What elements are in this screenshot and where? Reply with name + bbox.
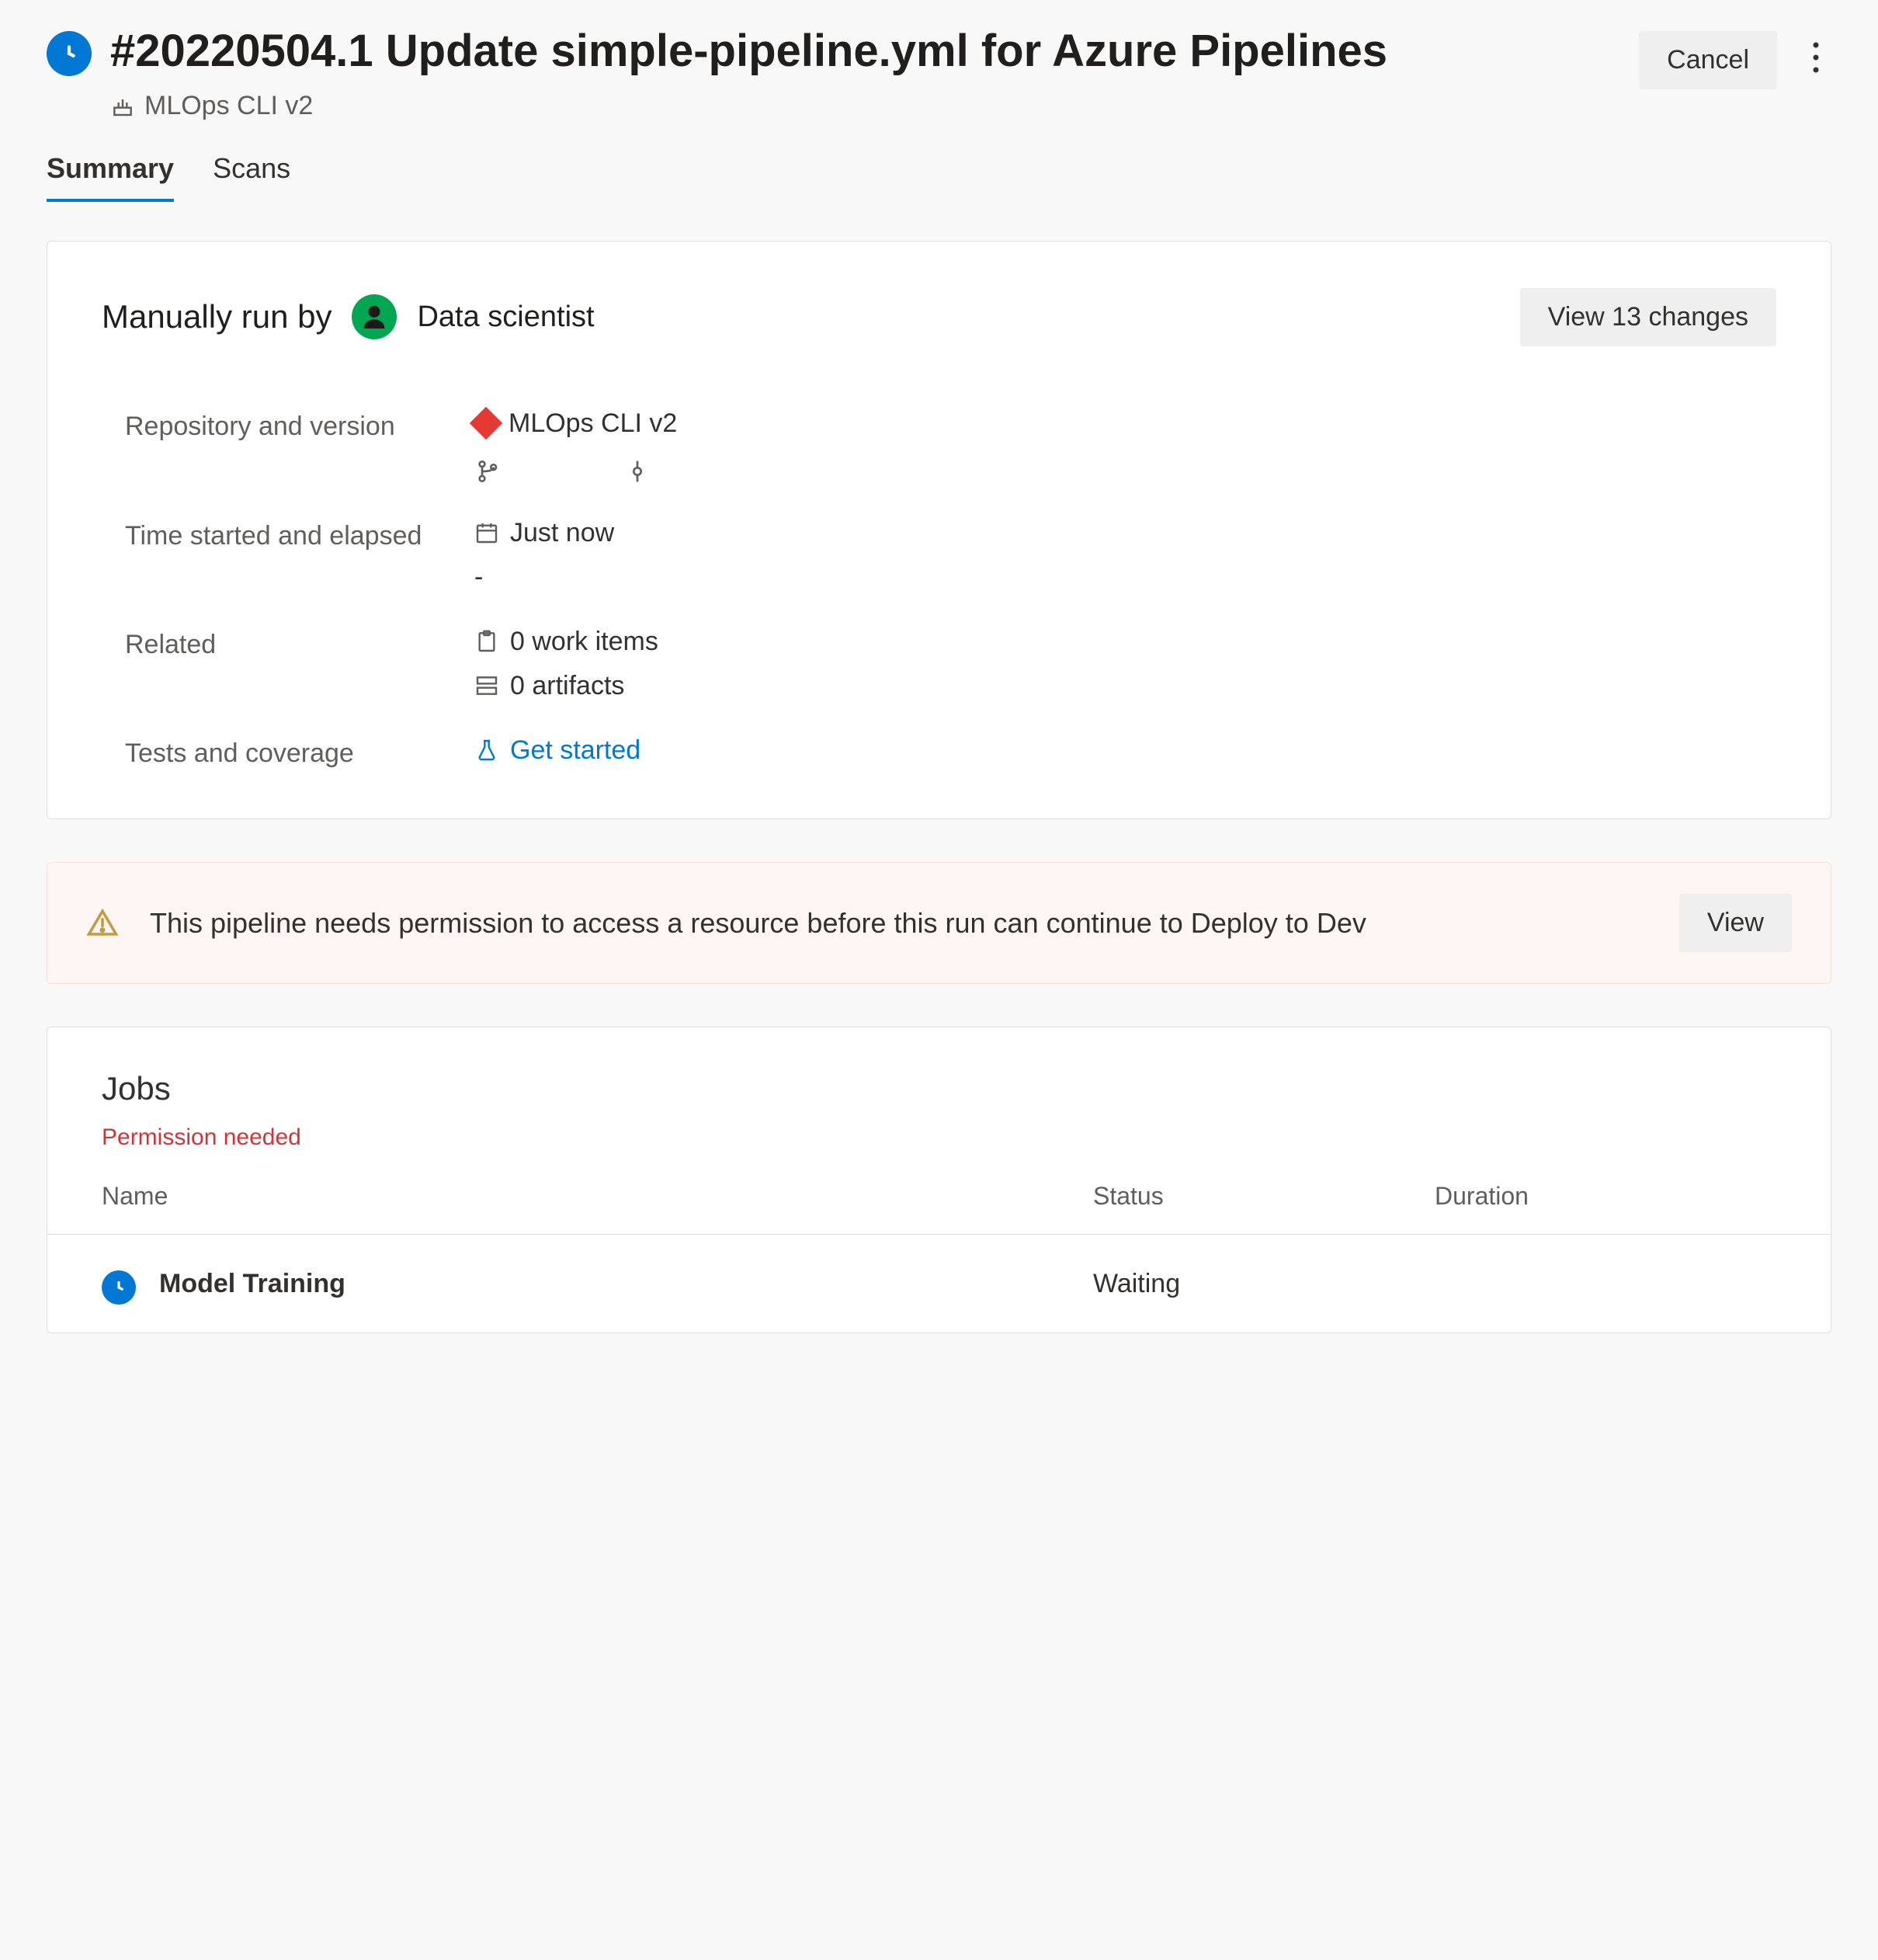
warning-icon	[86, 907, 119, 940]
pipeline-name: MLOps CLI v2	[144, 91, 313, 121]
status-running-icon	[102, 1270, 136, 1305]
tab-summary[interactable]: Summary	[47, 152, 174, 202]
clipboard-icon	[474, 629, 499, 654]
col-duration: Duration	[1435, 1182, 1776, 1211]
person-icon	[359, 301, 390, 332]
repo-icon	[470, 407, 502, 440]
artifacts-link[interactable]: 0 artifacts	[474, 671, 1776, 701]
time-started: Just now	[510, 518, 614, 548]
jobs-card: Jobs Permission needed Name Status Durat…	[47, 1027, 1831, 1333]
pipeline-icon	[110, 93, 135, 118]
artifacts-count: 0 artifacts	[510, 671, 624, 701]
job-status: Waiting	[1093, 1269, 1435, 1299]
tests-get-started-link[interactable]: Get started	[510, 735, 640, 766]
view-changes-button[interactable]: View 13 changes	[1520, 288, 1776, 346]
more-vertical-icon	[1811, 40, 1821, 75]
jobs-permission-needed: Permission needed	[47, 1124, 1831, 1182]
tests-label: Tests and coverage	[125, 735, 467, 773]
repo-name: MLOps CLI v2	[509, 408, 677, 439]
col-name: Name	[102, 1182, 1093, 1211]
calendar-icon	[474, 520, 499, 545]
branch-icon[interactable]	[476, 459, 501, 484]
permission-banner-text: This pipeline needs permission to access…	[150, 903, 1648, 944]
related-label: Related	[125, 627, 467, 701]
run-by-label: Manually run by	[102, 298, 332, 335]
summary-meta: Repository and version MLOps CLI v2 Time…	[125, 408, 1776, 773]
time-elapsed: -	[474, 562, 1776, 593]
tabs: Summary Scans	[47, 152, 1831, 202]
work-items-link[interactable]: 0 work items	[474, 627, 1776, 657]
title-block: #20220504.1 Update simple-pipeline.yml f…	[110, 23, 1620, 121]
page-title: #20220504.1 Update simple-pipeline.yml f…	[110, 23, 1620, 80]
work-items-count: 0 work items	[510, 627, 658, 657]
flask-icon	[474, 738, 499, 763]
commit-icon[interactable]	[625, 459, 650, 484]
avatar[interactable]	[352, 294, 397, 339]
more-options-button[interactable]	[1800, 33, 1831, 88]
status-running-icon	[47, 31, 92, 76]
table-row[interactable]: Model Training Waiting	[47, 1235, 1831, 1333]
run-by-name[interactable]: Data scientist	[417, 301, 594, 334]
repo-label: Repository and version	[125, 408, 467, 484]
jobs-heading: Jobs	[47, 1070, 1831, 1124]
run-by-row: Manually run by Data scientist View 13 c…	[102, 288, 1776, 346]
time-label: Time started and elapsed	[125, 518, 467, 593]
page-header: #20220504.1 Update simple-pipeline.yml f…	[47, 23, 1831, 121]
header-actions: Cancel	[1639, 31, 1831, 89]
col-status: Status	[1093, 1182, 1435, 1211]
summary-card: Manually run by Data scientist View 13 c…	[47, 241, 1831, 820]
permission-view-button[interactable]: View	[1679, 894, 1792, 952]
pipeline-name-row[interactable]: MLOps CLI v2	[110, 91, 1620, 121]
job-name: Model Training	[159, 1269, 345, 1299]
repo-link[interactable]: MLOps CLI v2	[474, 408, 1776, 439]
permission-banner: This pipeline needs permission to access…	[47, 862, 1831, 984]
artifact-icon	[474, 673, 499, 698]
tab-scans[interactable]: Scans	[213, 152, 290, 202]
jobs-table-header: Name Status Duration	[47, 1182, 1831, 1235]
cancel-button[interactable]: Cancel	[1639, 31, 1777, 89]
